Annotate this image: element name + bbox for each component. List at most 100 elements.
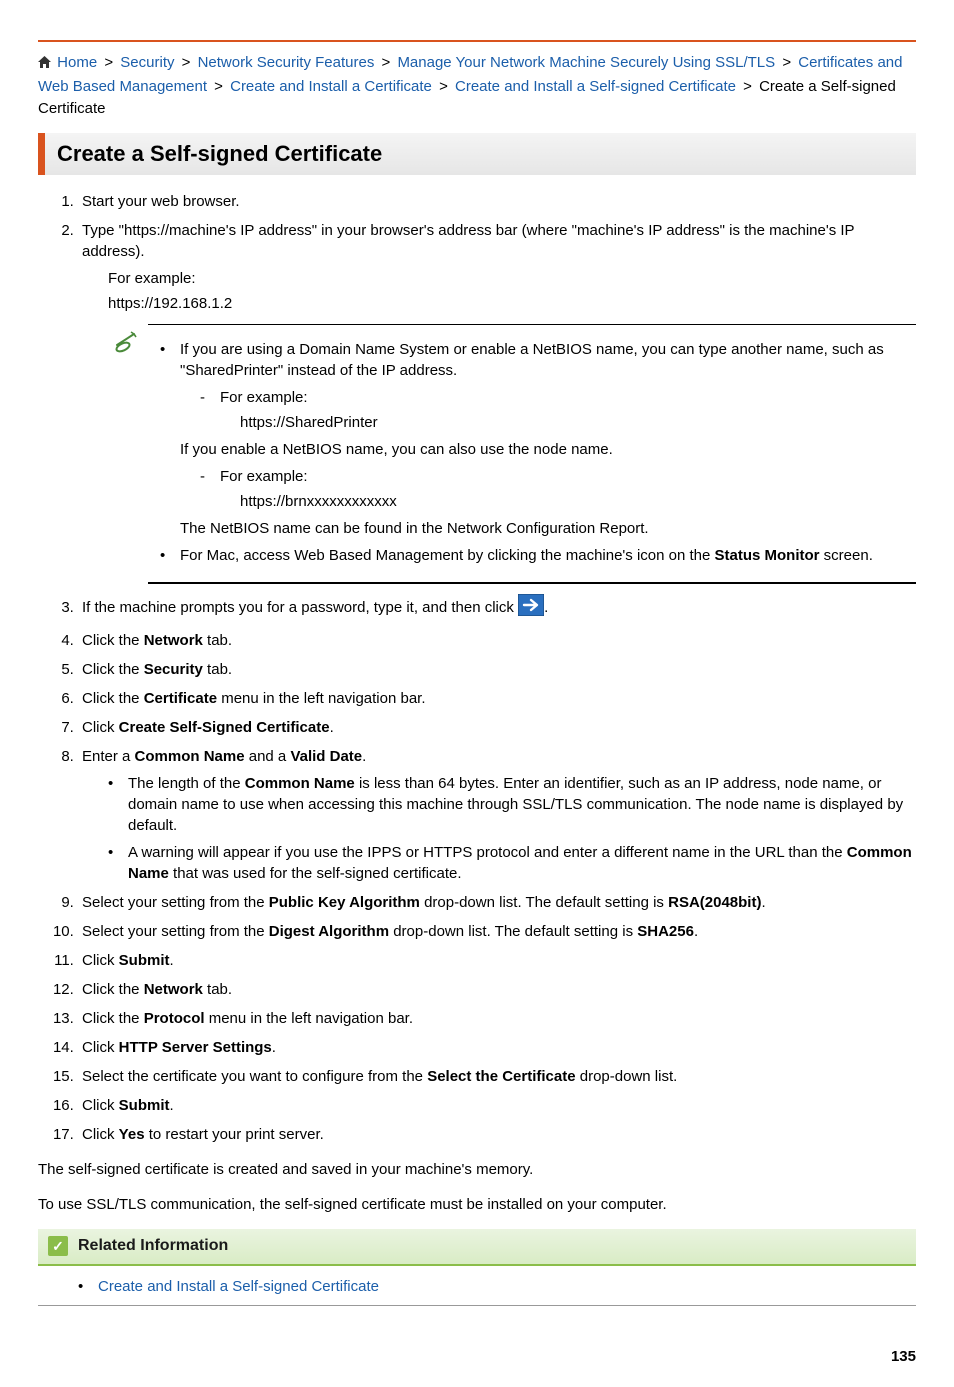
breadcrumb-manage-ssl[interactable]: Manage Your Network Machine Securely Usi…: [397, 54, 775, 71]
top-rule: [38, 40, 916, 42]
breadcrumb-home-text: Home: [57, 54, 97, 71]
s13-pre: Click the: [82, 1010, 144, 1027]
breadcrumb-create-selfsigned[interactable]: Create and Install a Self-signed Certifi…: [455, 78, 736, 95]
step-2-example-value: https://192.168.1.2: [108, 293, 916, 314]
s9-bold: Public Key Algorithm: [269, 894, 420, 911]
s8-pre: Enter a: [82, 748, 135, 765]
step-12: Click the Network tab.: [78, 979, 916, 1000]
s8s2-pre: A warning will appear if you use the IPP…: [128, 844, 847, 861]
s5-pre: Click the: [82, 661, 144, 678]
related-title: Related Information: [78, 1235, 228, 1257]
s7-pre: Click: [82, 719, 119, 736]
note-bullet-1: If you are using a Domain Name System or…: [160, 339, 908, 539]
step-9: Select your setting from the Public Key …: [78, 892, 916, 913]
breadcrumb-sep: >: [779, 54, 794, 71]
step-6: Click the Certificate menu in the left n…: [78, 688, 916, 709]
s10-post: .: [694, 923, 698, 940]
s9-mid: drop-down list. The default setting is: [420, 894, 668, 911]
s11-post: .: [170, 952, 174, 969]
s12-bold: Network: [144, 981, 203, 998]
breadcrumb-sep: >: [211, 78, 226, 95]
s7-bold: Create Self-Signed Certificate: [119, 719, 330, 736]
related-link[interactable]: Create and Install a Self-signed Certifi…: [98, 1278, 379, 1295]
step-2-example-label: For example:: [108, 268, 916, 289]
step-8-sub2: A warning will appear if you use the IPP…: [108, 842, 916, 884]
step-11: Click Submit.: [78, 950, 916, 971]
s8-mid: and a: [245, 748, 291, 765]
s15-pre: Select the certificate you want to confi…: [82, 1068, 427, 1085]
breadcrumb-sep: >: [101, 54, 116, 71]
s10-mid: drop-down list. The default setting is: [389, 923, 637, 940]
step-15: Select the certificate you want to confi…: [78, 1066, 916, 1087]
s9-bold2: RSA(2048bit): [668, 894, 761, 911]
s10-bold: Digest Algorithm: [269, 923, 389, 940]
related-link-item: Create and Install a Self-signed Certifi…: [78, 1276, 916, 1297]
s14-bold: HTTP Server Settings: [119, 1039, 272, 1056]
note-dash-list-2: For example: https://brnxxxxxxxxxxxx: [180, 466, 908, 512]
note-bullets: If you are using a Domain Name System or…: [156, 339, 908, 566]
step-3-pre: If the machine prompts you for a passwor…: [82, 599, 518, 616]
s6-pre: Click the: [82, 690, 144, 707]
page-title-bar: Create a Self-signed Certificate: [38, 133, 916, 176]
s8-b1: Common Name: [135, 748, 245, 765]
note-icon: [114, 331, 138, 359]
s17-bold: Yes: [119, 1126, 145, 1143]
page-title: Create a Self-signed Certificate: [57, 139, 904, 170]
s15-post: drop-down list.: [576, 1068, 678, 1085]
note-eg-label: For example:: [220, 389, 308, 406]
step-text: Type "https://machine's IP address" in y…: [82, 222, 854, 260]
s16-bold: Submit: [119, 1097, 170, 1114]
s5-post: tab.: [203, 661, 232, 678]
s14-pre: Click: [82, 1039, 119, 1056]
note-eg-value: https://SharedPrinter: [220, 412, 908, 433]
breadcrumb-create-install[interactable]: Create and Install a Certificate: [230, 78, 432, 95]
step-7: Click Create Self-Signed Certificate.: [78, 717, 916, 738]
s14-post: .: [272, 1039, 276, 1056]
breadcrumb-sep: >: [436, 78, 451, 95]
breadcrumb-security[interactable]: Security: [120, 54, 174, 71]
s9-pre: Select your setting from the: [82, 894, 269, 911]
step-3: If the machine prompts you for a passwor…: [78, 594, 916, 622]
home-icon: [38, 53, 51, 76]
step-10: Select your setting from the Digest Algo…: [78, 921, 916, 942]
breadcrumb-network-security[interactable]: Network Security Features: [198, 54, 375, 71]
closing-2: To use SSL/TLS communication, the self-s…: [38, 1194, 916, 1215]
note-b2-post: screen.: [820, 547, 873, 564]
note-box: If you are using a Domain Name System or…: [148, 324, 916, 584]
note-eg2-value: https://brnxxxxxxxxxxxx: [220, 491, 908, 512]
check-icon: ✓: [48, 1236, 68, 1256]
note-dash-1: For example: https://SharedPrinter: [200, 387, 908, 433]
note-eg2-label: For example:: [220, 468, 308, 485]
s8-b2: Valid Date: [290, 748, 362, 765]
note-p2: If you enable a NetBIOS name, you can al…: [180, 439, 908, 460]
s12-pre: Click the: [82, 981, 144, 998]
s4-pre: Click the: [82, 632, 144, 649]
note-text: If you are using a Domain Name System or…: [180, 341, 884, 379]
breadcrumb-item-text: Create and Install a Self-signed Certifi…: [455, 78, 736, 95]
breadcrumb-item-text: Security: [120, 54, 174, 71]
s6-bold: Certificate: [144, 690, 217, 707]
related-links: Create and Install a Self-signed Certifi…: [38, 1266, 916, 1306]
s8s1-bold: Common Name: [245, 775, 355, 792]
s4-post: tab.: [203, 632, 232, 649]
s13-bold: Protocol: [144, 1010, 205, 1027]
s16-post: .: [170, 1097, 174, 1114]
s10-pre: Select your setting from the: [82, 923, 269, 940]
breadcrumb-home[interactable]: Home: [57, 54, 97, 71]
step-5: Click the Security tab.: [78, 659, 916, 680]
breadcrumb-sep: >: [179, 54, 194, 71]
breadcrumb-sep: >: [740, 78, 755, 95]
breadcrumb: Home > Security > Network Security Featu…: [38, 52, 916, 121]
s17-pre: Click: [82, 1126, 119, 1143]
step-8-subbullets: The length of the Common Name is less th…: [82, 773, 916, 884]
step-8: Enter a Common Name and a Valid Date. Th…: [78, 746, 916, 884]
breadcrumb-item-text: Create and Install a Certificate: [230, 78, 432, 95]
s15-bold: Select the Certificate: [427, 1068, 575, 1085]
breadcrumb-sep: >: [379, 54, 394, 71]
s4-bold: Network: [144, 632, 203, 649]
step-4: Click the Network tab.: [78, 630, 916, 651]
step-17: Click Yes to restart your print server.: [78, 1124, 916, 1145]
s6-post: menu in the left navigation bar.: [217, 690, 425, 707]
s13-post: menu in the left navigation bar.: [205, 1010, 413, 1027]
s10-bold2: SHA256: [637, 923, 694, 940]
